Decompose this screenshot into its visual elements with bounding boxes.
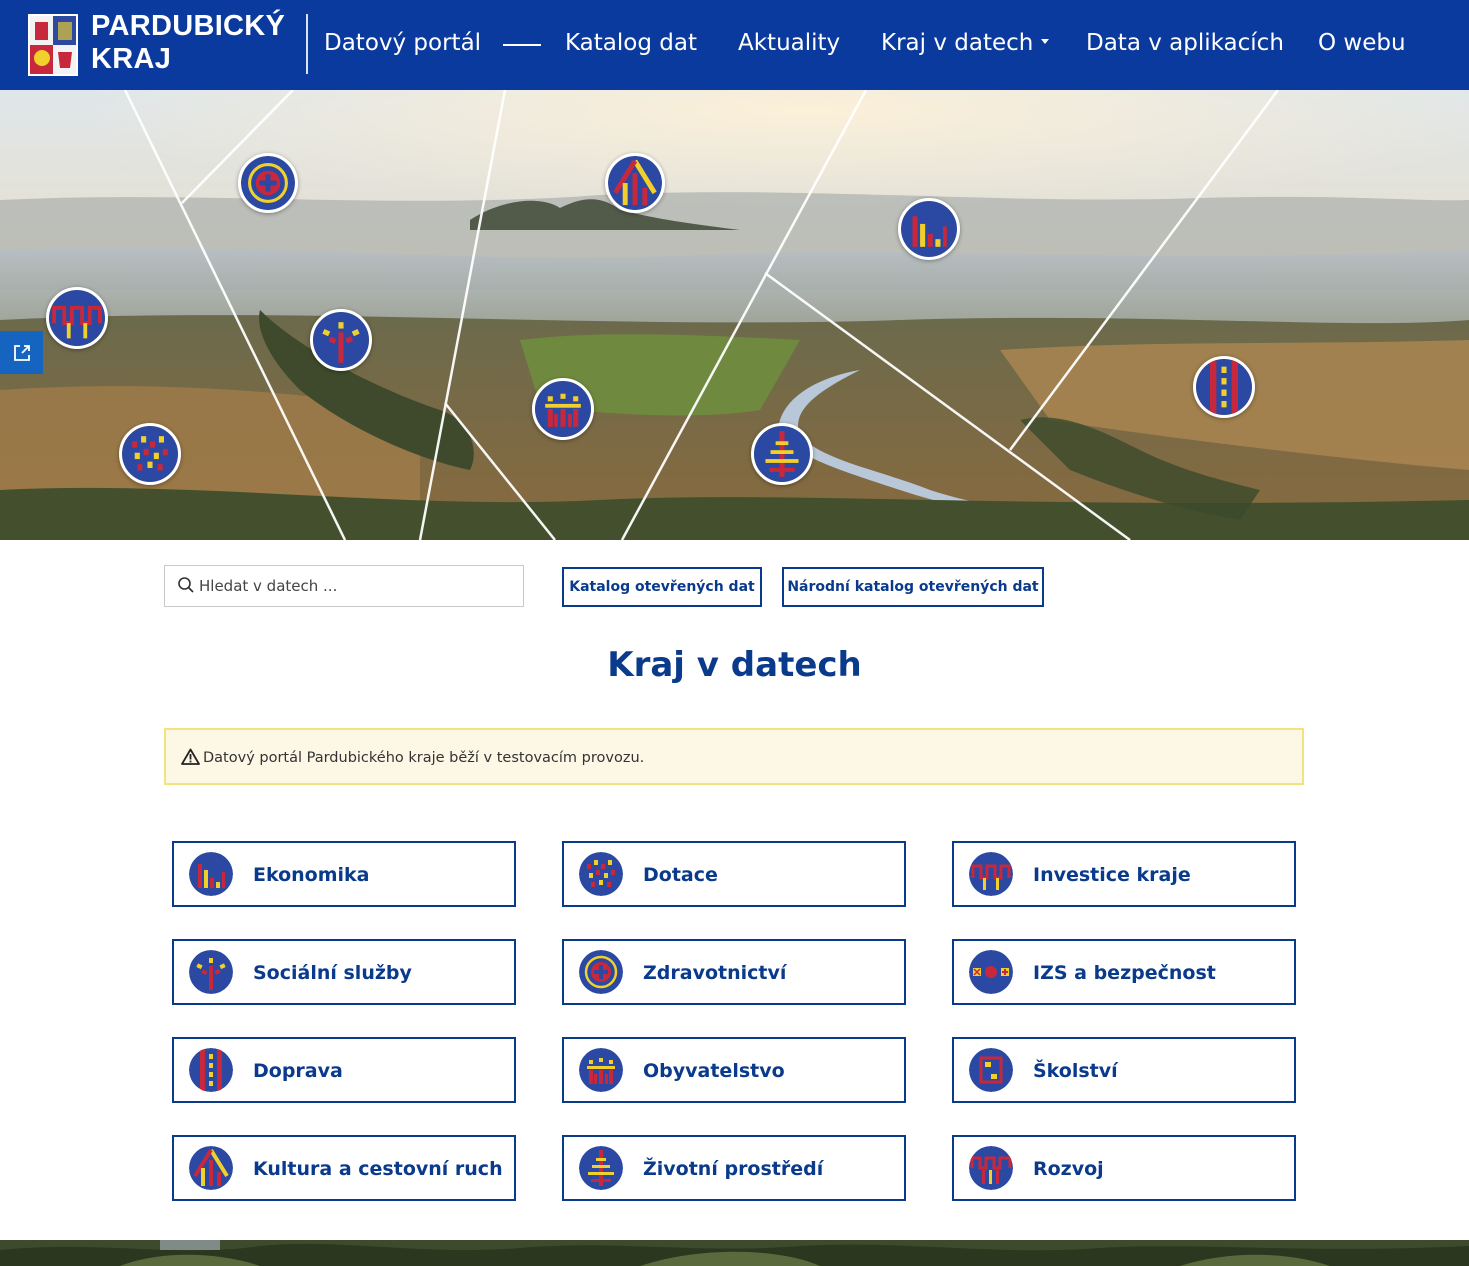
notice-text: Datový portál Pardubického kraje běží v … <box>203 750 645 766</box>
hero-zivotni-prostredi-icon[interactable] <box>751 423 813 485</box>
category-ekonomika[interactable]: Ekonomika <box>172 841 516 907</box>
category-zivotni-prostredi[interactable]: Životní prostředí <box>562 1135 906 1201</box>
hero-zdravotnictvi-icon[interactable] <box>238 153 298 213</box>
test-mode-notice: Datový portál Pardubického kraje běží v … <box>164 728 1304 785</box>
development-icon <box>969 1146 1013 1190</box>
medical-cross-icon <box>579 950 623 994</box>
warning-icon <box>181 748 200 765</box>
castle-icon <box>189 1146 233 1190</box>
category-label: Investice kraje <box>1033 864 1191 886</box>
meander-icon <box>969 852 1013 896</box>
dots-pattern-icon <box>579 852 623 896</box>
nav-data-v-aplikacich[interactable]: Data v aplikacích <box>1086 28 1284 58</box>
category-izs-a-bezpecnost[interactable]: IZS a bezpečnost <box>952 939 1296 1005</box>
national-catalog-button[interactable]: Národní katalog otevřených dat <box>782 567 1044 607</box>
nav-kraj-v-datech[interactable]: Kraj v datech <box>881 28 1050 58</box>
category-zdravotnictvi[interactable]: Zdravotnictví <box>562 939 906 1005</box>
nav-kraj-v-datech-label: Kraj v datech <box>881 30 1034 56</box>
category-obyvatelstvo[interactable]: Obyvatelstvo <box>562 1037 906 1103</box>
brand-name[interactable]: PARDUBICKÝ KRAJ <box>91 10 285 76</box>
category-skolstvi[interactable]: Školství <box>952 1037 1296 1103</box>
page-title: Kraj v datech <box>607 645 862 685</box>
category-label: Rozvoj <box>1033 1158 1104 1180</box>
nav-aktuality[interactable]: Aktuality <box>738 28 840 58</box>
category-label: Obyvatelstvo <box>643 1060 785 1082</box>
share-external-icon <box>13 344 30 361</box>
school-icon <box>969 1048 1013 1092</box>
category-label: Školství <box>1033 1060 1118 1082</box>
hero-kultura-icon[interactable] <box>605 153 665 213</box>
search-input[interactable] <box>199 566 519 606</box>
category-socialni-sluzby[interactable]: Sociální služby <box>172 939 516 1005</box>
nav-o-webu[interactable]: O webu <box>1318 28 1406 58</box>
people-icon <box>579 1048 623 1092</box>
category-label: Životní prostředí <box>643 1158 824 1180</box>
category-rozvoj[interactable]: Rozvoj <box>952 1135 1296 1201</box>
coat-of-arms-logo[interactable] <box>28 14 78 76</box>
catalog-button[interactable]: Katalog otevřených dat <box>562 567 762 607</box>
brand-line-1: PARDUBICKÝ <box>91 10 286 42</box>
top-navigation-bar: PARDUBICKÝ KRAJ Datový portál Katalog da… <box>0 0 1469 90</box>
category-label: Ekonomika <box>253 864 370 886</box>
category-dotace[interactable]: Dotace <box>562 841 906 907</box>
hero-investice-icon[interactable] <box>46 287 108 349</box>
share-button[interactable] <box>0 331 43 374</box>
hero-socialni-sluzby-icon[interactable] <box>310 309 372 371</box>
landscape-image <box>0 90 1469 540</box>
nav-separator <box>503 44 541 46</box>
category-label: IZS a bezpečnost <box>1033 962 1216 984</box>
category-label: Sociální služby <box>253 962 412 984</box>
category-label: Dotace <box>643 864 718 886</box>
road-lanes-icon <box>189 1048 233 1092</box>
emergency-icon <box>969 950 1013 994</box>
nav-katalog-dat[interactable]: Katalog dat <box>565 28 697 58</box>
hero-dotace-icon[interactable] <box>119 423 181 485</box>
category-label: Kultura a cestovní ruch <box>253 1158 503 1180</box>
brand-line-2: KRAJ <box>91 43 172 75</box>
figure-icon <box>189 950 233 994</box>
brand-divider <box>306 14 308 74</box>
search-icon <box>178 577 194 593</box>
footer-landscape-image <box>0 1240 1469 1266</box>
nav-datovy-portal[interactable]: Datový portál <box>324 28 481 58</box>
category-kultura-a-cestovni-ruch[interactable]: Kultura a cestovní ruch <box>172 1135 516 1201</box>
hero-obyvatelstvo-icon[interactable] <box>532 378 594 440</box>
bar-chart-icon <box>189 852 233 896</box>
hero-banner <box>0 90 1469 540</box>
search-box <box>164 565 524 607</box>
category-label: Doprava <box>253 1060 343 1082</box>
category-investice-kraje[interactable]: Investice kraje <box>952 841 1296 907</box>
caret-down-icon <box>1041 39 1050 44</box>
category-label: Zdravotnictví <box>643 962 787 984</box>
hero-ekonomika-icon[interactable] <box>898 198 960 260</box>
tree-icon <box>579 1146 623 1190</box>
category-doprava[interactable]: Doprava <box>172 1037 516 1103</box>
hero-doprava-icon[interactable] <box>1193 356 1255 418</box>
